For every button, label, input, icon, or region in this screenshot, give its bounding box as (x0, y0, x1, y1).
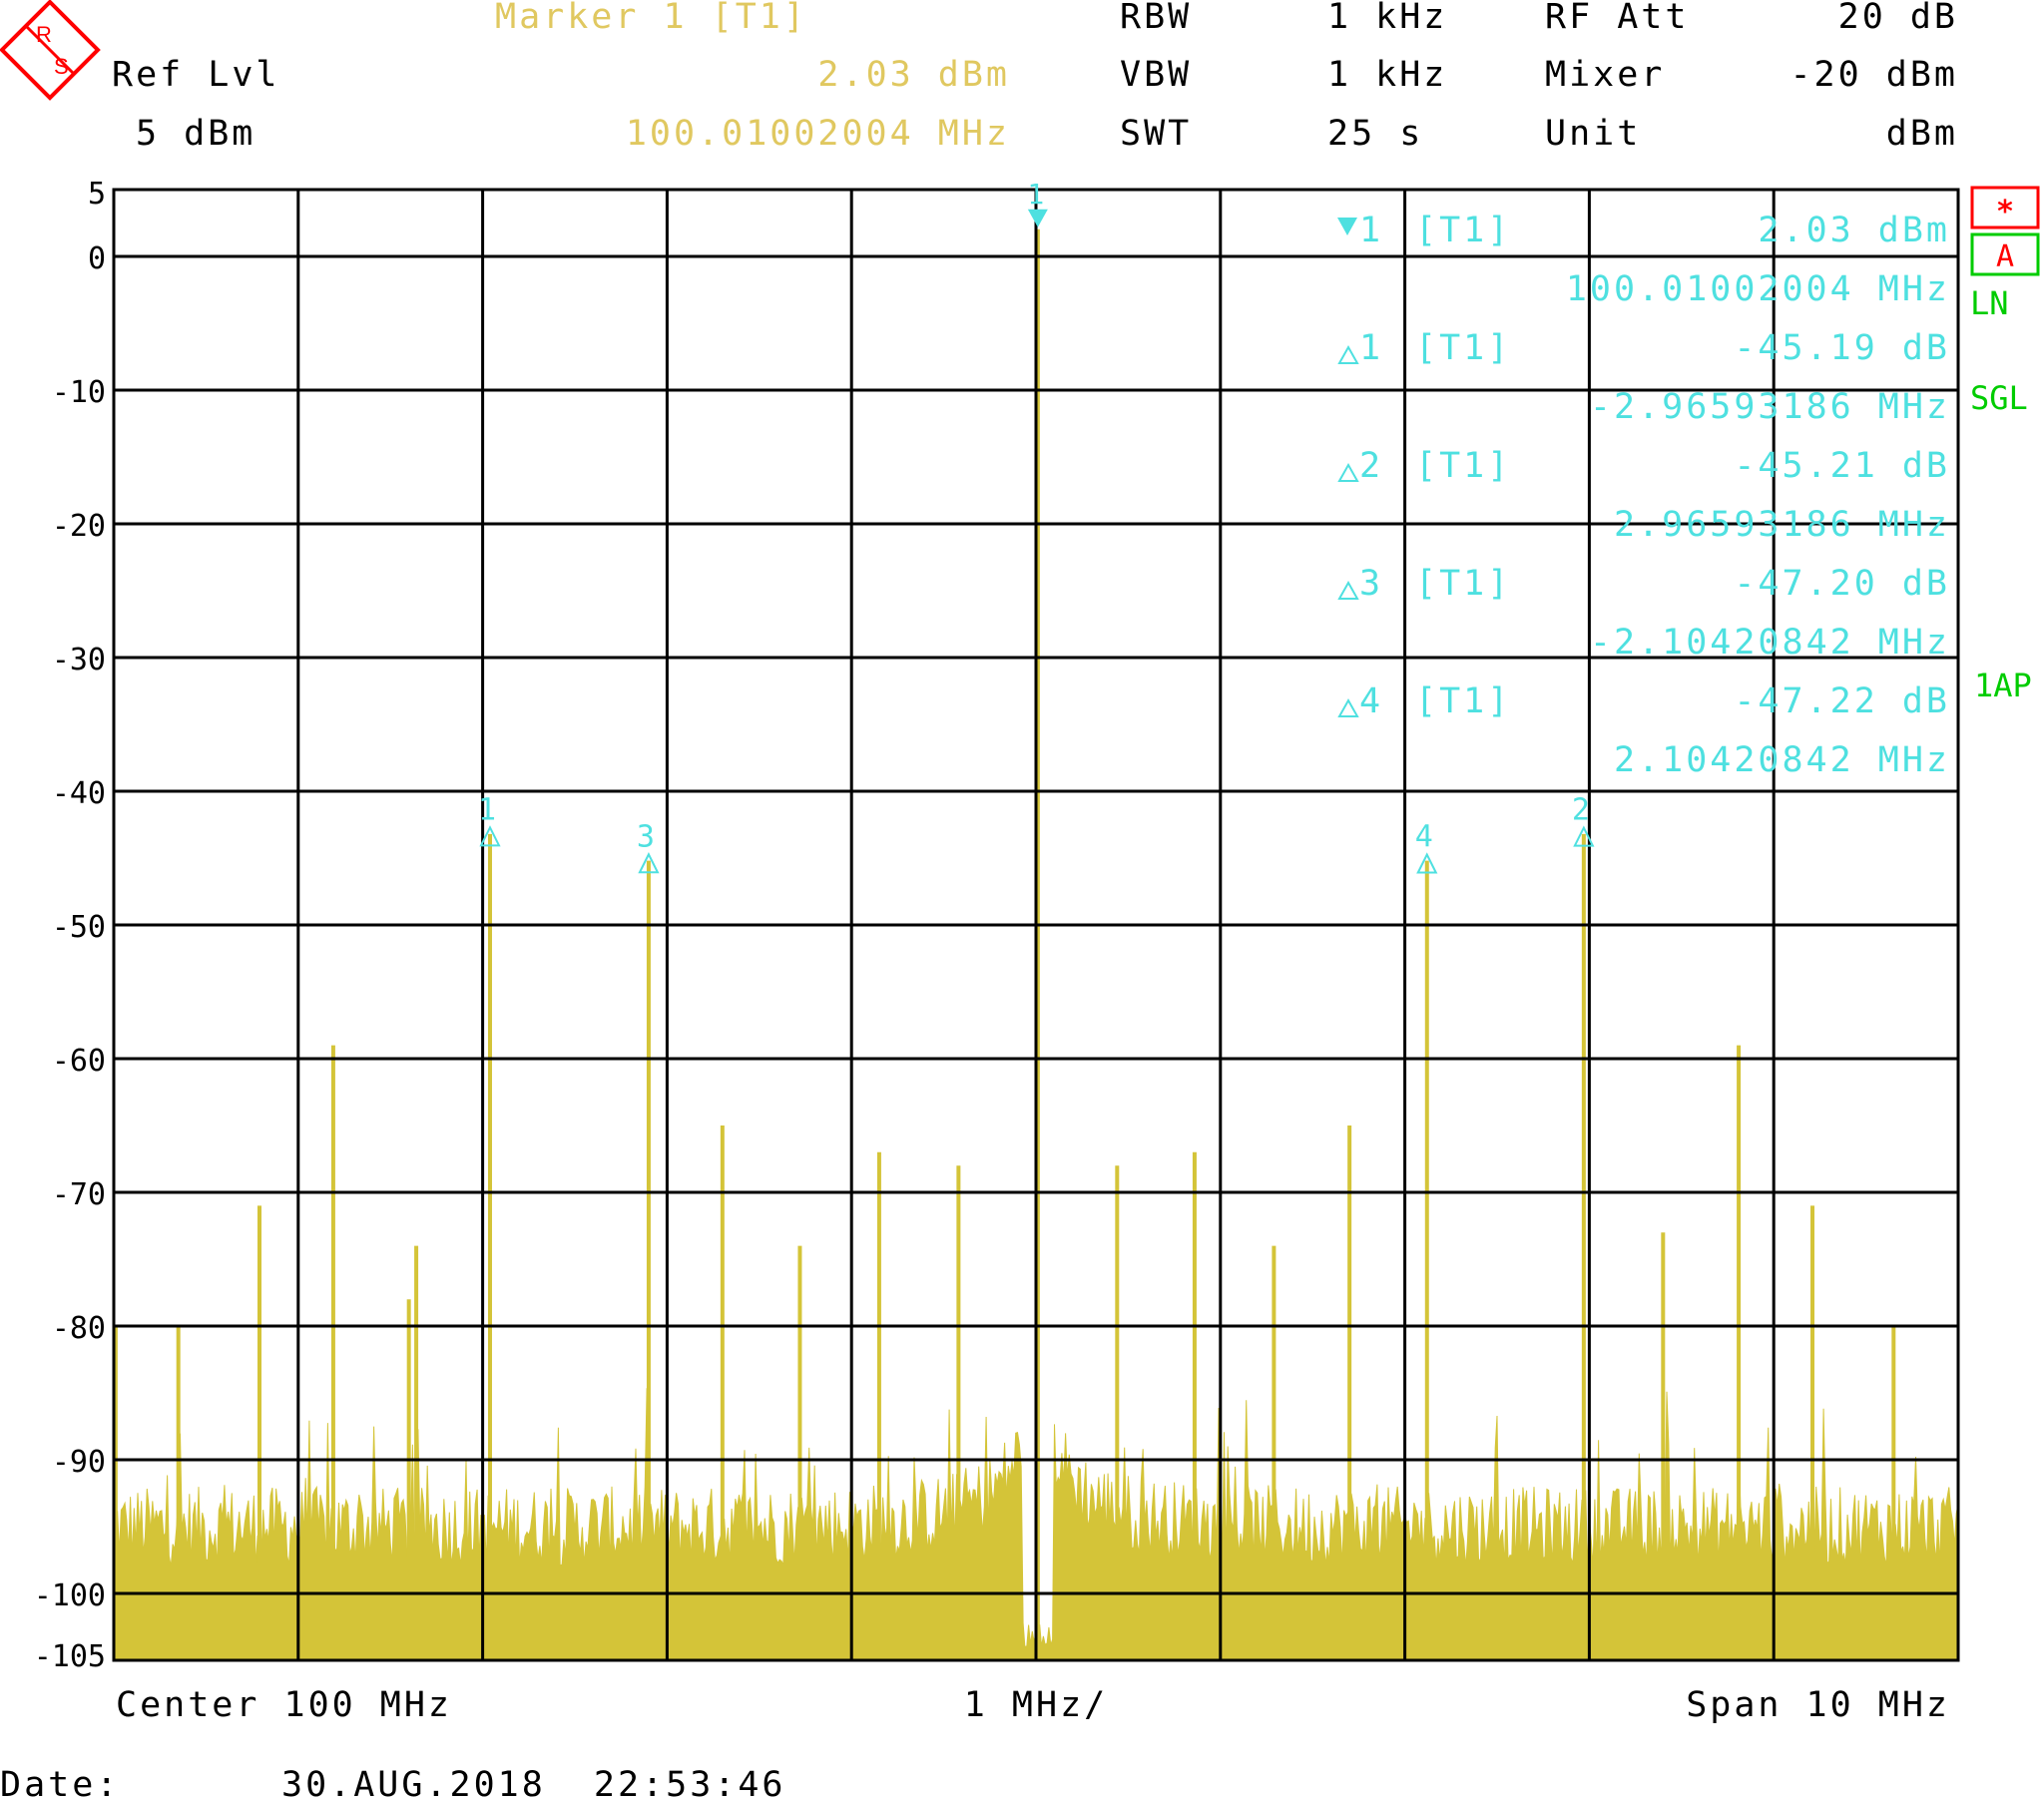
ref-level-label: Ref Lvl (112, 55, 280, 95)
marker-header-title: Marker 1 [T1] (495, 0, 807, 37)
y-tick-label: -50 (52, 910, 106, 945)
y-tick-label: -60 (52, 1044, 106, 1079)
vbw-label: VBW (1120, 55, 1192, 95)
y-tick-label: -90 (52, 1445, 106, 1480)
marker-label: 1 (1027, 178, 1044, 211)
marker-table-value: -47.20 dB (1734, 564, 1950, 604)
unit-value: dBm (1886, 114, 1958, 154)
y-tick-label: -30 (52, 643, 106, 677)
y-tick-label: -20 (52, 509, 106, 544)
marker-table-normal-icon (1337, 218, 1357, 235)
unit-label: Unit (1545, 114, 1641, 154)
marker-table-delta-icon (1337, 462, 1359, 482)
ln-indicator: LN (1970, 284, 2009, 322)
marker-table-number: 2 (1359, 446, 1383, 486)
spectrum-analyzer-screen: R S Ref Lvl 5 dBm Marker 1 [T1] 2.03 dBm… (0, 0, 2040, 1798)
marker-table-value: -45.21 dB (1734, 446, 1950, 486)
marker-table-number: 3 (1359, 564, 1383, 604)
marker-table-number: 1 (1359, 328, 1383, 368)
marker-table-delta-icon (1337, 697, 1359, 717)
division-label: 1 MHz/ (964, 1685, 1108, 1725)
marker-table-value: -47.22 dB (1734, 681, 1950, 721)
marker-table-freq: 100.01002004 MHz (1566, 269, 1950, 309)
rf-att-label: RF Att (1545, 0, 1689, 37)
swt-label: SWT (1120, 114, 1192, 154)
marker-table-number: 4 (1359, 681, 1383, 721)
marker-table-trace: [T1] (1415, 564, 1511, 604)
y-tick-label: -100 (34, 1578, 106, 1613)
marker-label: 3 (637, 819, 655, 854)
marker-table: 1 [T1] 2.03 dBm 100.01002004 MHz 1 [T1] -45.19… (1337, 211, 1950, 780)
y-tick-label: 0 (88, 241, 106, 276)
mixer-value: -20 dBm (1789, 55, 1958, 95)
marker-normal-icon (1027, 209, 1048, 227)
y-tick-label: -40 (52, 776, 106, 811)
rbw-label: RBW (1120, 0, 1192, 37)
marker-table-trace: [T1] (1415, 211, 1511, 250)
marker-header-level: 2.03 dBm (817, 55, 1010, 95)
marker-table-number: 1 (1359, 211, 1383, 250)
y-tick-label: -70 (52, 1177, 106, 1212)
rs-logo: R S (0, 0, 101, 101)
logo-letter-r: R (36, 22, 52, 47)
date-label: Date: (0, 1765, 120, 1798)
marker-table-trace: [T1] (1415, 681, 1511, 721)
date-value: 30.AUG.2018 22:53:46 (281, 1765, 786, 1798)
ref-level-value: 5 dBm (136, 114, 256, 154)
vbw-value: 1 kHz (1327, 55, 1447, 95)
marker-table-freq: 2.96593186 MHz (1614, 505, 1950, 545)
marker-table-freq: -2.96593186 MHz (1590, 387, 1950, 427)
span-label: Span 10 MHz (1686, 1685, 1950, 1725)
swt-value: 25 s (1327, 114, 1423, 154)
trace-a-indicator: A (1996, 239, 2014, 274)
y-tick-label: -80 (52, 1311, 106, 1346)
marker-label: 2 (1572, 793, 1590, 828)
marker-table-delta-icon (1337, 344, 1359, 364)
logo-letter-s: S (54, 54, 69, 79)
marker-table-freq: -2.10420842 MHz (1590, 623, 1950, 663)
star-indicator: * (1997, 195, 2013, 229)
rf-att-value: 20 dB (1838, 0, 1958, 37)
rbw-value: 1 kHz (1327, 0, 1447, 37)
y-tick-labels: 5 0 -10 -20 -30 -40 -50 -60 -70 -80 -90 -100 -105 (34, 177, 106, 1674)
marker-table-delta-icon (1337, 580, 1359, 600)
y-tick-label: 5 (88, 177, 106, 212)
marker-table-freq: 2.10420842 MHz (1614, 740, 1950, 780)
y-tick-label: -105 (34, 1639, 106, 1674)
marker-label: 1 (478, 792, 496, 827)
marker-header-freq: 100.01002004 MHz (626, 114, 1010, 154)
marker-table-trace: [T1] (1415, 446, 1511, 486)
center-frequency: Center 100 MHz (116, 1685, 452, 1725)
y-tick-label: -10 (52, 375, 106, 410)
marker-table-value: -45.19 dB (1734, 328, 1950, 368)
marker-table-trace: [T1] (1415, 328, 1511, 368)
sgl-indicator: SGL (1970, 379, 2028, 417)
side-status: * A LN SGL 1AP (1970, 186, 2040, 704)
marker-label: 4 (1415, 820, 1433, 855)
marker-table-value: 2.03 dBm (1758, 211, 1950, 250)
mixer-label: Mixer (1545, 55, 1665, 95)
ap-indicator: 1AP (1974, 667, 2032, 704)
